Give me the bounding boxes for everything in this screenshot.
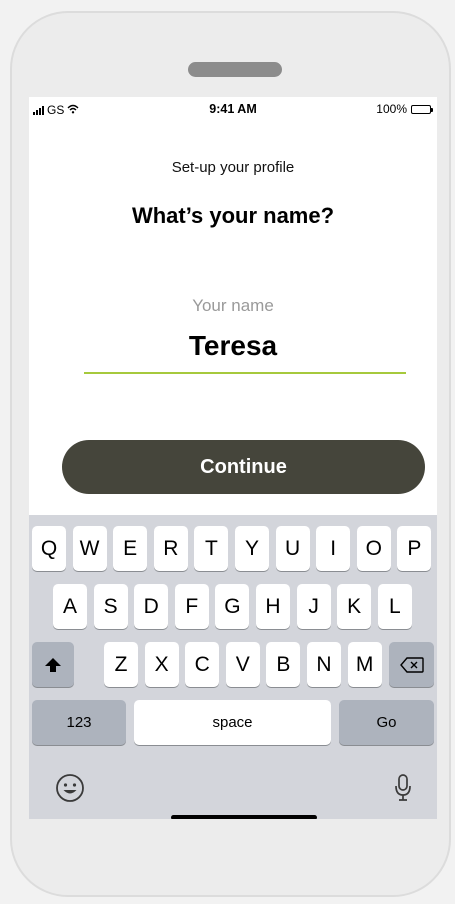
name-field-label: Your name — [192, 296, 274, 315]
shift-icon — [45, 657, 61, 672]
key-q[interactable]: Q — [32, 526, 66, 571]
key-j[interactable]: J — [296, 584, 331, 629]
numbers-key[interactable]: 123 — [32, 700, 126, 745]
shift-key[interactable] — [32, 642, 74, 687]
key-d[interactable]: D — [134, 584, 169, 629]
continue-button[interactable]: Continue — [62, 440, 425, 494]
key-h[interactable]: H — [256, 584, 290, 629]
dictation-button[interactable] — [393, 773, 413, 808]
key-o[interactable]: O — [356, 526, 391, 571]
key-s[interactable]: S — [93, 584, 128, 629]
status-bar: GS 9:41 AM 100% — [29, 97, 437, 123]
key-a[interactable]: A — [53, 584, 87, 629]
microphone-icon — [395, 774, 411, 801]
backspace-icon — [399, 656, 424, 673]
key-v[interactable]: V — [225, 642, 260, 687]
key-f[interactable]: F — [174, 584, 209, 629]
key-b[interactable]: B — [266, 642, 301, 687]
speaker-slot — [188, 62, 282, 77]
key-u[interactable]: U — [275, 526, 310, 571]
key-p[interactable]: P — [397, 526, 432, 571]
backspace-key[interactable] — [389, 642, 434, 687]
phone-frame: GS 9:41 AM 100% Set-up your profile What… — [10, 11, 451, 897]
keyboard: QWERTYUIOP ASDFGHJKL ZXCVBNM 123 space G… — [29, 515, 437, 819]
name-input[interactable]: Teresa — [29, 330, 437, 362]
key-i[interactable]: I — [316, 526, 351, 571]
key-n[interactable]: N — [307, 642, 341, 687]
key-x[interactable]: X — [144, 642, 179, 687]
name-input-underline — [84, 372, 406, 374]
emoji-icon — [56, 774, 84, 802]
status-right: 100% — [376, 102, 433, 116]
page-subtitle: Set-up your profile — [171, 159, 295, 176]
go-key[interactable]: Go — [339, 700, 434, 745]
app-screen: GS 9:41 AM 100% Set-up your profile What… — [29, 97, 437, 819]
key-r[interactable]: R — [153, 526, 188, 571]
key-g[interactable]: G — [215, 584, 250, 629]
key-k[interactable]: K — [337, 584, 372, 629]
key-e[interactable]: E — [113, 526, 148, 571]
key-z[interactable]: Z — [104, 642, 138, 687]
key-y[interactable]: Y — [235, 526, 269, 571]
battery-icon — [411, 104, 433, 114]
space-key[interactable]: space — [134, 700, 331, 745]
battery-percent: 100% — [376, 102, 407, 116]
key-m[interactable]: M — [347, 642, 382, 687]
home-indicator — [171, 815, 317, 819]
key-t[interactable]: T — [194, 526, 229, 571]
key-w[interactable]: W — [72, 526, 107, 571]
key-c[interactable]: C — [185, 642, 220, 687]
emoji-button[interactable] — [55, 773, 85, 808]
page-title: What’s your name? — [131, 203, 335, 228]
key-l[interactable]: L — [377, 584, 412, 629]
